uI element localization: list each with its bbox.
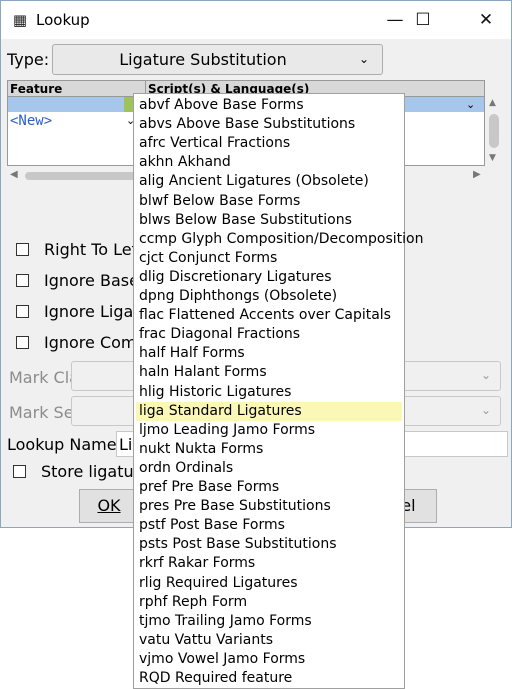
dropdown-item[interactable]: blws Below Base Substitutions bbox=[136, 211, 402, 230]
store-ligatures-checkbox[interactable] bbox=[13, 465, 26, 478]
ok-label: OK bbox=[97, 496, 121, 515]
dropdown-item[interactable]: hlig Historic Ligatures bbox=[136, 383, 402, 402]
chevron-down-icon: ⌄ bbox=[359, 52, 370, 66]
dropdown-item[interactable]: ccmp Glyph Composition/Decomposition bbox=[136, 230, 424, 249]
feature-dropdown-list[interactable]: abvf Above Base Forms abvs Above Base Sub… bbox=[133, 93, 424, 689]
window-title: Lookup bbox=[36, 11, 90, 29]
dropdown-item[interactable]: ljmo Leading Jamo Forms bbox=[136, 421, 402, 440]
ok-button[interactable]: OK bbox=[79, 489, 139, 523]
dropdown-item[interactable]: frac Diagonal Fractions bbox=[136, 325, 402, 344]
dropdown-item[interactable]: afrc Vertical Fractions bbox=[136, 134, 402, 153]
ignore-combining-label: Ignore Coml bbox=[44, 333, 141, 352]
scroll-right-icon[interactable]: ▶ bbox=[473, 169, 481, 180]
scroll-thumb[interactable] bbox=[489, 114, 499, 148]
maximize-button[interactable]: ☐ bbox=[399, 1, 447, 39]
row-dropdown-icon[interactable]: ⌄ bbox=[466, 97, 475, 112]
dropdown-item[interactable]: rphf Reph Form bbox=[136, 593, 402, 612]
dropdown-item[interactable]: cjct Conjunct Forms bbox=[136, 249, 402, 268]
dropdown-item[interactable]: dlig Discretionary Ligatures bbox=[136, 268, 402, 287]
dropdown-item[interactable]: vatu Vattu Variants bbox=[136, 631, 402, 650]
lookup-name-label: Lookup Name: bbox=[7, 435, 122, 454]
table-vertical-scrollbar[interactable]: ▲ ▼ bbox=[486, 96, 502, 166]
dropdown-item[interactable]: ordn Ordinals bbox=[136, 459, 402, 478]
dropdown-item[interactable]: RQD Required feature bbox=[136, 669, 402, 688]
scroll-down-icon[interactable]: ▼ bbox=[489, 153, 496, 163]
ignore-combining-checkbox[interactable] bbox=[16, 336, 29, 349]
right-to-left-label: Right To Lef bbox=[44, 240, 138, 259]
dropdown-item[interactable]: pref Pre Base Forms bbox=[136, 478, 402, 497]
dropdown-item[interactable]: dpng Diphthongs (Obsolete) bbox=[136, 287, 402, 306]
ignore-base-checkbox[interactable] bbox=[16, 274, 29, 287]
dropdown-item[interactable]: psts Post Base Substitutions bbox=[136, 535, 402, 554]
new-row-entry[interactable]: <New> bbox=[10, 113, 52, 129]
ignore-base-label: Ignore Base bbox=[44, 271, 139, 290]
dropdown-item[interactable]: rkrf Rakar Forms bbox=[136, 554, 402, 573]
dropdown-item[interactable]: nukt Nukta Forms bbox=[136, 440, 402, 459]
dropdown-item[interactable]: flac Flattened Accents over Capitals bbox=[136, 306, 402, 325]
right-to-left-checkbox[interactable] bbox=[16, 243, 29, 256]
scroll-left-icon[interactable]: ◀ bbox=[10, 169, 18, 180]
ignore-ligatures-checkbox[interactable] bbox=[16, 305, 29, 318]
dropdown-item[interactable]: tjmo Trailing Jamo Forms bbox=[136, 612, 402, 631]
dropdown-item[interactable]: half Half Forms bbox=[136, 344, 402, 363]
app-icon: ▦ bbox=[12, 11, 28, 29]
scroll-up-icon[interactable]: ▲ bbox=[489, 98, 496, 108]
dropdown-item[interactable]: pstf Post Base Forms bbox=[136, 516, 402, 535]
dropdown-item[interactable]: rlig Required Ligatures bbox=[136, 574, 402, 593]
close-button[interactable]: ✕ bbox=[463, 1, 509, 39]
ignore-ligatures-label: Ignore Ligat bbox=[44, 302, 140, 321]
lookup-name-value: Li bbox=[119, 435, 133, 454]
title-bar[interactable]: ▦ Lookup — ☐ ✕ bbox=[1, 1, 511, 39]
dropdown-item[interactable]: akhn Akhand bbox=[136, 153, 402, 172]
column-header-feature[interactable]: Feature bbox=[8, 81, 146, 97]
dropdown-item[interactable]: blwf Below Base Forms bbox=[136, 192, 402, 211]
dropdown-item[interactable]: haln Halant Forms bbox=[136, 363, 402, 382]
chevron-down-icon: ⌄ bbox=[481, 403, 492, 417]
dropdown-item[interactable]: alig Ancient Ligatures (Obsolete) bbox=[136, 172, 402, 191]
dropdown-item[interactable]: liga Standard Ligatures bbox=[136, 401, 402, 421]
dropdown-item[interactable]: abvf Above Base Forms bbox=[136, 96, 402, 115]
type-label: Type: bbox=[7, 50, 50, 69]
dropdown-item[interactable]: abvs Above Base Substitutions bbox=[136, 115, 402, 134]
dropdown-item[interactable]: pres Pre Base Substitutions bbox=[136, 497, 402, 516]
store-ligatures-label: Store ligatur bbox=[41, 462, 141, 481]
type-select-value: Ligature Substitution bbox=[119, 50, 287, 69]
type-select[interactable]: Ligature Substitution ⌄ bbox=[52, 44, 383, 75]
chevron-down-icon: ⌄ bbox=[481, 368, 492, 382]
dropdown-item[interactable]: vjmo Vowel Jamo Forms bbox=[136, 650, 402, 669]
